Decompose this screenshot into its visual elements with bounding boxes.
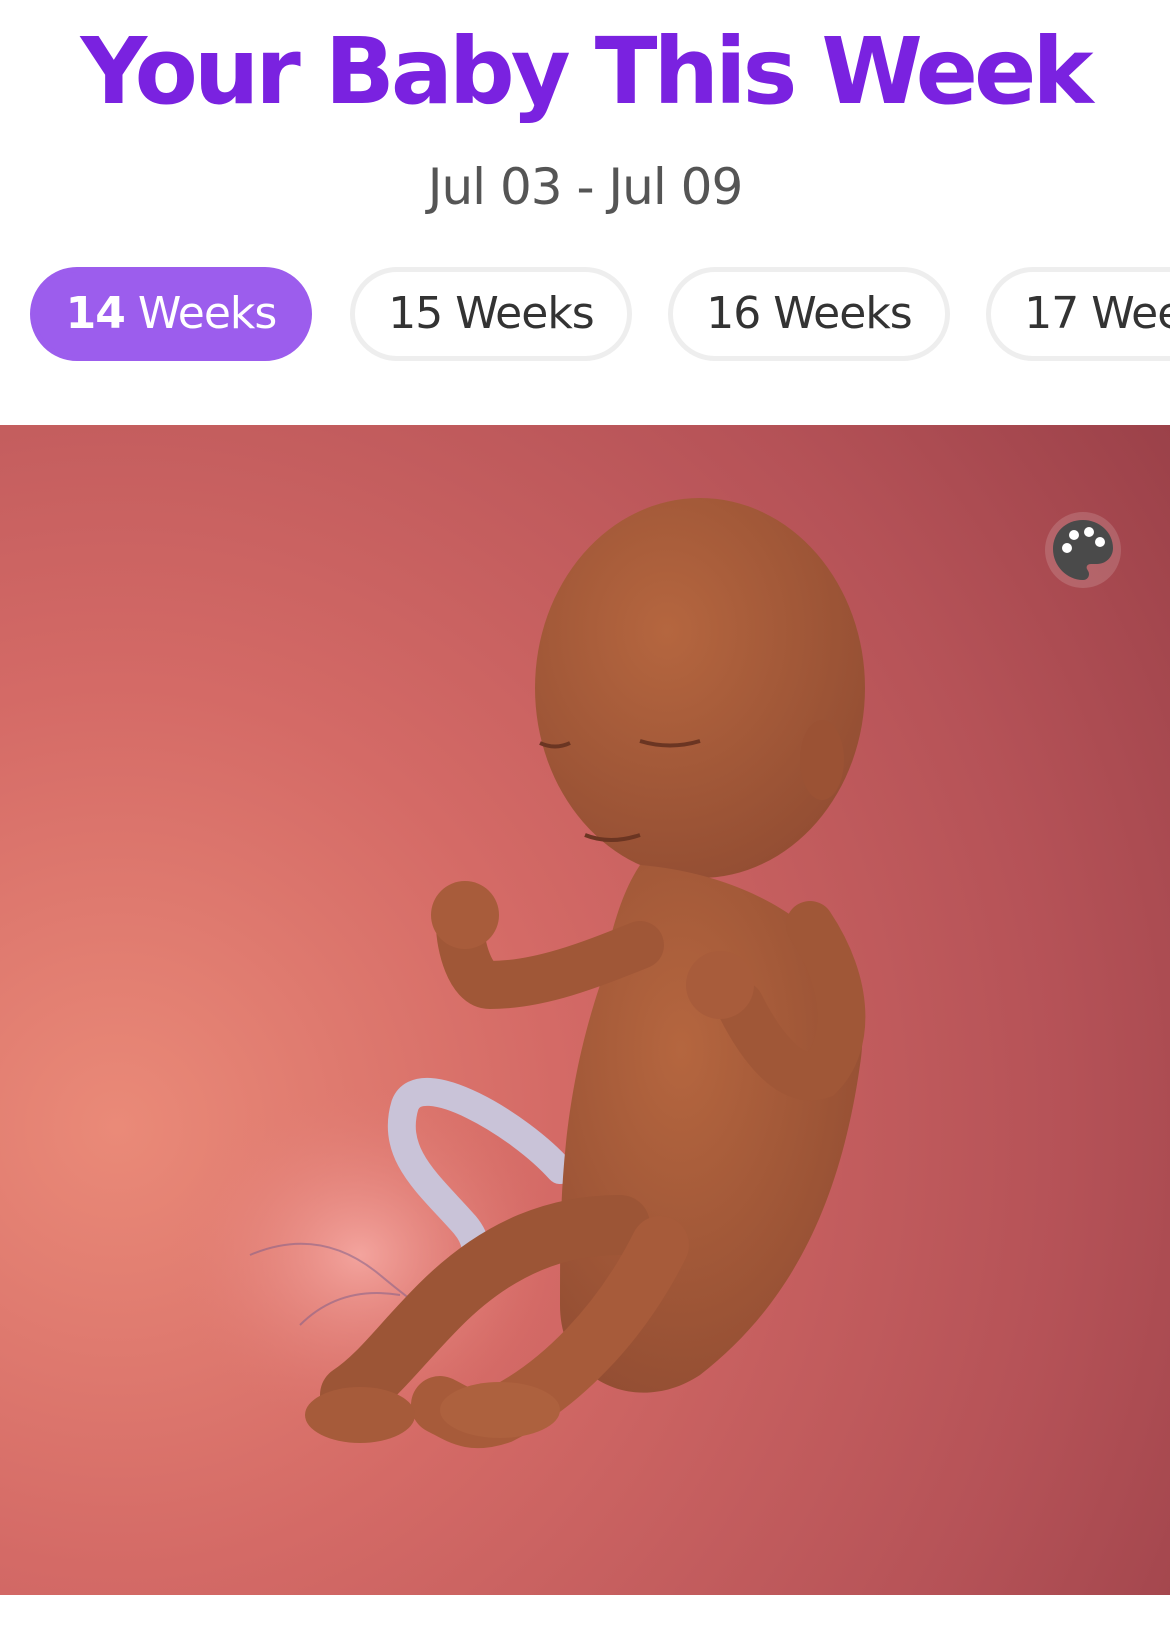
fetus-hand	[431, 881, 499, 949]
tab-week-number: 14	[65, 288, 126, 339]
fetus-foot	[440, 1382, 560, 1438]
tab-week-label: Weeks	[760, 288, 912, 339]
tab-week-number: 15	[388, 288, 443, 339]
tab-week-15[interactable]: 15 Weeks	[350, 267, 632, 361]
fetus-head	[535, 498, 865, 878]
tab-week-label: Weeks	[442, 288, 594, 339]
baby-illustration	[0, 425, 1170, 1595]
page-title: Your Baby This Week	[80, 18, 1093, 125]
tab-week-16[interactable]: 16 Weeks	[668, 267, 950, 361]
palette-button[interactable]	[1045, 512, 1121, 588]
tab-week-label: Weeks	[1091, 288, 1170, 339]
tab-week-label: Weeks	[124, 288, 277, 339]
palette-icon	[1053, 520, 1113, 580]
week-tabs: 14 Weeks 15 Weeks 16 Weeks 17 Weeks	[30, 267, 1170, 367]
fetus-foot	[305, 1387, 415, 1443]
fetus-hand	[686, 951, 754, 1019]
date-range: Jul 03 - Jul 09	[427, 158, 744, 216]
tab-week-14[interactable]: 14 Weeks	[30, 267, 312, 361]
fetus-ear	[800, 720, 844, 800]
tab-week-17[interactable]: 17 Weeks	[986, 267, 1170, 361]
fetus-illustration	[170, 498, 866, 1449]
tab-week-number: 17	[1024, 288, 1079, 339]
tab-week-number: 16	[706, 288, 761, 339]
bottom-strip	[0, 1595, 1170, 1630]
